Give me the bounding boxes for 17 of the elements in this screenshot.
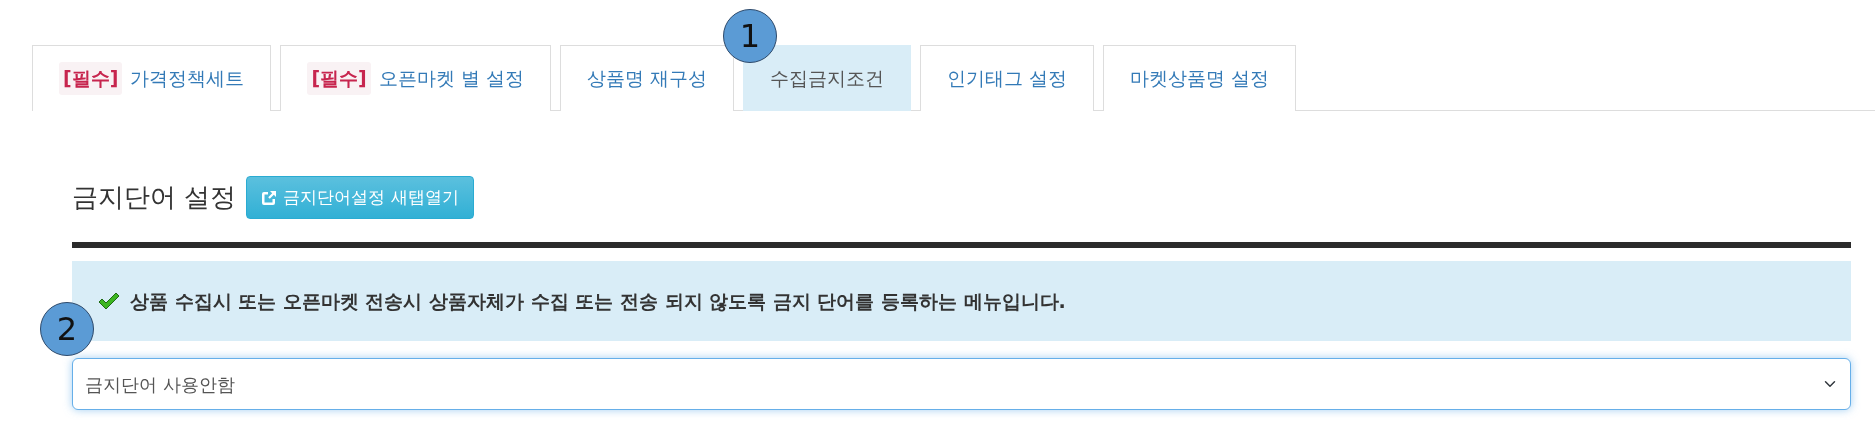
callout-marker: 2 [40, 302, 94, 356]
tab[interactable]: 마켓상품명 설정 [1102, 45, 1296, 111]
check-icon [98, 292, 120, 310]
callout-marker: 1 [722, 9, 777, 63]
required-tag: [필수] [307, 62, 371, 95]
external-link-icon [261, 189, 278, 206]
tab[interactable]: 인기태그 설정 [919, 45, 1094, 111]
required-tag: [필수] [59, 62, 123, 95]
tab-label: 가격정책세트 [130, 66, 245, 92]
section-title: 금지단어 설정 [72, 181, 237, 214]
info-text: 상품 수집시 또는 오픈마켓 전송시 상품자체가 수집 또는 전송 되지 않도록 금지 단어를 등록하는 메뉴입니다. [130, 288, 1066, 314]
tab[interactable]: [필수] 가격정책세트 [32, 45, 272, 111]
tab[interactable]: 상품명 재구성 [559, 45, 734, 111]
tab[interactable]: [필수] 오픈마켓 별 설정 [280, 45, 551, 111]
button-label: 금지단어설정 새탭열기 [283, 185, 459, 209]
dropdown-field[interactable]: 금지단어 사용안함 [72, 358, 1851, 410]
tab-label: 오픈마켓 별 설정 [378, 66, 524, 92]
